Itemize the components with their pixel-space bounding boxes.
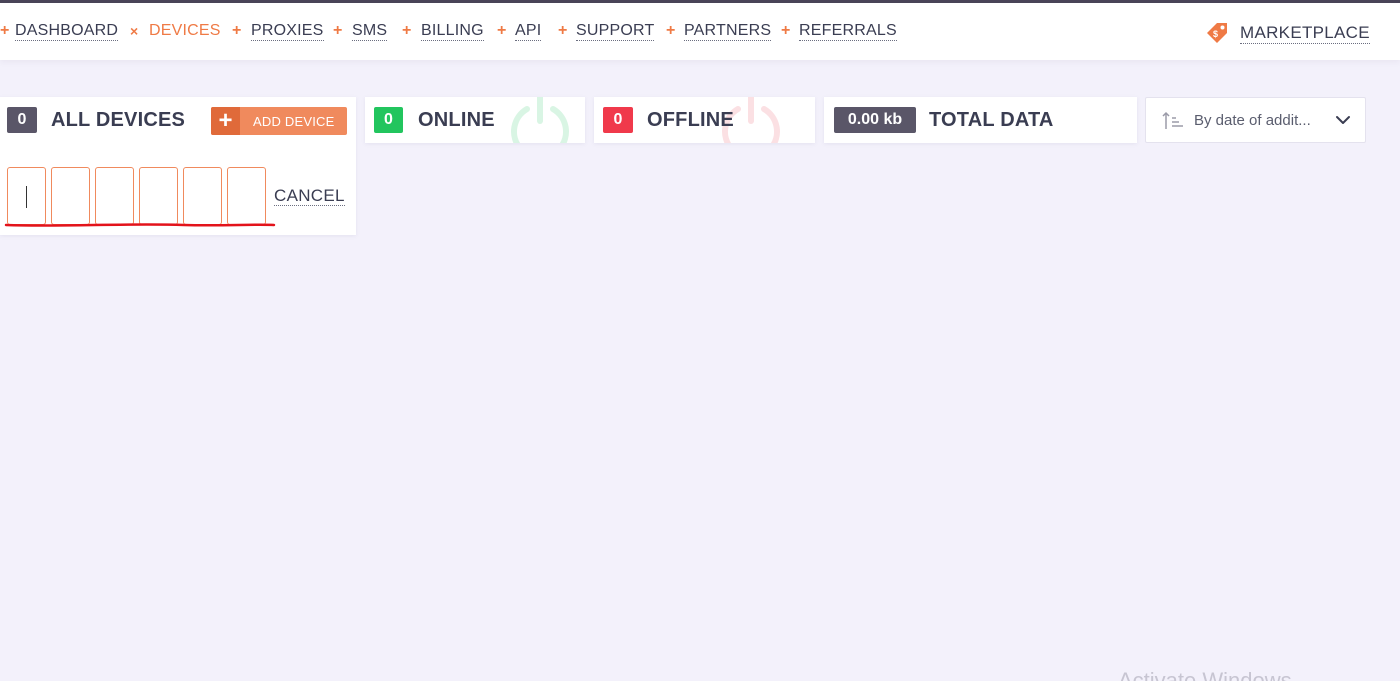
- nav-item-dashboard[interactable]: + DASHBOARD: [0, 20, 119, 42]
- total-data-title: TOTAL DATA: [929, 109, 1054, 131]
- nav-item-label: BILLING: [421, 21, 484, 41]
- activation-watermark: Activate Windows: [1118, 668, 1292, 681]
- marketplace-link[interactable]: $ MARKETPLACE: [1204, 20, 1370, 46]
- nav-item-label: PARTNERS: [684, 21, 772, 41]
- text-caret: [26, 186, 27, 208]
- marketplace-label: MARKETPLACE: [1240, 22, 1370, 44]
- plus-icon: +: [402, 22, 412, 39]
- nav-item-support[interactable]: + SUPPORT: [558, 20, 655, 42]
- online-card: 0 ONLINE: [365, 97, 585, 143]
- nav-item-api[interactable]: + API: [497, 20, 542, 42]
- online-count-badge: 0: [374, 107, 403, 133]
- all-devices-card: 0 ALL DEVICES + ADD DEVICE CANCEL: [0, 97, 356, 235]
- chevron-down-icon: [1336, 116, 1350, 124]
- nav-item-sms[interactable]: + SMS: [333, 20, 388, 42]
- nav-item-label: PROXIES: [251, 21, 324, 41]
- plus-icon: +: [497, 22, 507, 39]
- plus-icon: +: [232, 22, 242, 39]
- code-digit-input-2[interactable]: [51, 167, 90, 225]
- nav-item-label: API: [515, 21, 542, 41]
- offline-title: OFFLINE: [647, 109, 734, 131]
- price-tag-icon: $: [1207, 23, 1227, 43]
- all-devices-count-badge: 0: [7, 107, 37, 133]
- plus-icon: +: [558, 22, 568, 39]
- plus-icon: +: [666, 22, 676, 39]
- plus-icon: +: [211, 107, 240, 135]
- plus-icon: +: [781, 22, 791, 39]
- nav-item-label: REFERRALS: [799, 21, 897, 41]
- code-digit-input-3[interactable]: [95, 167, 134, 225]
- code-digit-input-6[interactable]: [227, 167, 266, 225]
- all-devices-title: ALL DEVICES: [51, 109, 186, 131]
- sort-select[interactable]: By date of addit...: [1145, 97, 1366, 143]
- cancel-link[interactable]: CANCEL: [274, 186, 345, 206]
- top-navigation: + DASHBOARD × DEVICES + PROXIES + SMS + …: [0, 3, 1400, 60]
- nav-item-referrals[interactable]: + REFERRALS: [781, 20, 897, 42]
- code-digit-input-5[interactable]: [183, 167, 222, 225]
- code-digit-input-4[interactable]: [139, 167, 178, 225]
- plus-icon: +: [0, 22, 10, 39]
- offline-card: 0 OFFLINE: [594, 97, 815, 143]
- nav-item-partners[interactable]: + PARTNERS: [666, 20, 772, 42]
- add-device-button[interactable]: + ADD DEVICE: [211, 107, 347, 135]
- nav-item-label: SUPPORT: [576, 21, 655, 41]
- nav-item-billing[interactable]: + BILLING: [402, 20, 484, 42]
- add-device-label: ADD DEVICE: [253, 113, 335, 129]
- code-digit-input-1[interactable]: [7, 167, 46, 225]
- nav-item-label: DEVICES: [149, 22, 221, 39]
- nav-item-label: DASHBOARD: [15, 21, 119, 41]
- sort-select-value: By date of addit...: [1194, 112, 1311, 129]
- total-data-value-badge: 0.00 kb: [834, 107, 916, 133]
- close-icon: ×: [130, 23, 139, 39]
- power-icon: [511, 97, 569, 143]
- plus-icon: +: [333, 22, 343, 39]
- red-underline-annotation: [4, 223, 276, 227]
- nav-item-label: SMS: [352, 21, 388, 41]
- nav-item-devices[interactable]: × DEVICES: [130, 20, 221, 42]
- offline-count-badge: 0: [603, 107, 633, 133]
- svg-text:$: $: [1213, 29, 1218, 39]
- total-data-card: 0.00 kb TOTAL DATA: [824, 97, 1137, 143]
- sort-ascending-icon: [1162, 111, 1183, 129]
- nav-item-proxies[interactable]: + PROXIES: [232, 20, 324, 42]
- online-title: ONLINE: [418, 109, 495, 131]
